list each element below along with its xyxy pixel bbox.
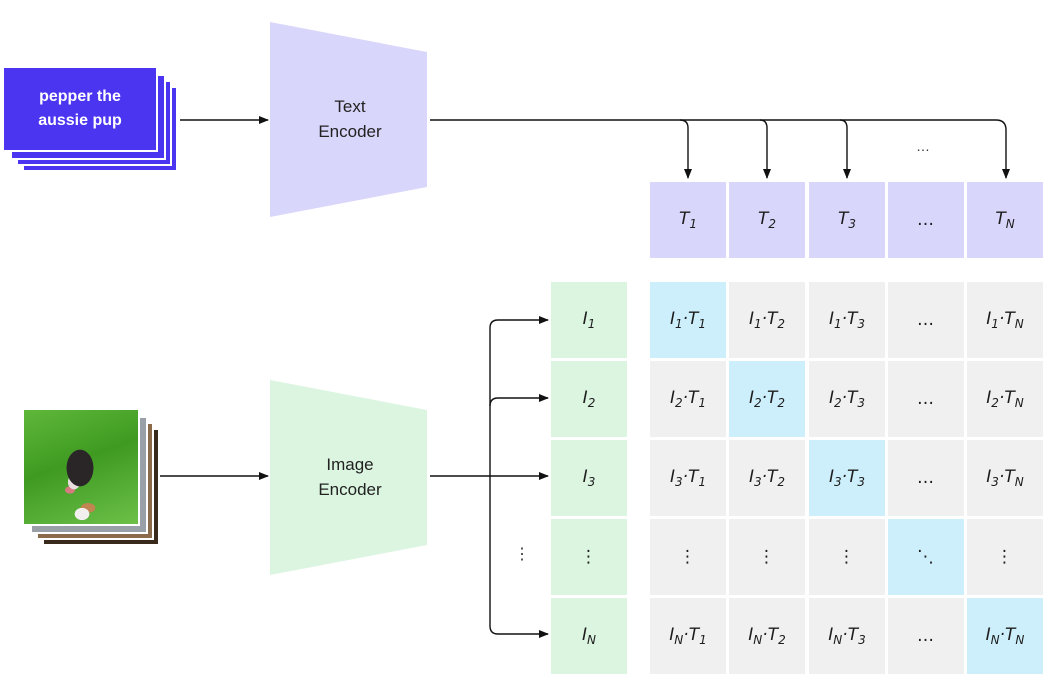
- image-encoder-label: Image Encoder: [290, 452, 410, 502]
- matrix-cell: IN·T1: [650, 598, 726, 674]
- matrix-cell: I1·T2: [729, 282, 805, 358]
- matrix-cell: IN·T3: [809, 598, 885, 674]
- text-embedding-cell: TN: [967, 182, 1043, 258]
- image-embedding-cell: ⋮: [551, 519, 627, 595]
- image-encoder-line-2: Encoder: [318, 480, 382, 499]
- matrix-cell-diagonal: ⋱: [888, 519, 964, 595]
- matrix-cell-diagonal: I3·T3: [809, 440, 885, 516]
- matrix-cell: I2·T1: [650, 361, 726, 437]
- matrix-cell: I2·T3: [809, 361, 885, 437]
- text-arrows-ellipsis: …: [916, 138, 930, 154]
- matrix-cell: I3·T1: [650, 440, 726, 516]
- matrix-cell: ⋮: [967, 519, 1043, 595]
- matrix-cell: …: [888, 282, 964, 358]
- text-encoder-line-1: Text: [334, 97, 366, 116]
- image-embedding-cell: I2: [551, 361, 627, 437]
- text-embedding-cell: T3: [809, 182, 885, 258]
- image-arrows-ellipsis: ⋮: [514, 546, 530, 563]
- text-embedding-cell: T2: [729, 182, 805, 258]
- matrix-cell: I2·TN: [967, 361, 1043, 437]
- image-encoder-line-1: Image: [326, 455, 374, 474]
- matrix-cell: I3·T2: [729, 440, 805, 516]
- matrix-cell: …: [888, 361, 964, 437]
- matrix-cell: …: [888, 440, 964, 516]
- matrix-cell: ⋮: [729, 519, 805, 595]
- matrix-cell-diagonal: I1·T1: [650, 282, 726, 358]
- image-embedding-cell: IN: [551, 598, 627, 674]
- text-embedding-cell: T1: [650, 182, 726, 258]
- matrix-cell: …: [888, 598, 964, 674]
- matrix-cell: I3·TN: [967, 440, 1043, 516]
- matrix-cell: I1·TN: [967, 282, 1043, 358]
- text-encoder-label: Text Encoder: [290, 94, 410, 144]
- text-embedding-cell: …: [888, 182, 964, 258]
- text-encoder-line-2: Encoder: [318, 122, 382, 141]
- image-embedding-cell: I1: [551, 282, 627, 358]
- matrix-cell: I1·T3: [809, 282, 885, 358]
- matrix-cell-diagonal: I2·T2: [729, 361, 805, 437]
- matrix-cell: ⋮: [809, 519, 885, 595]
- matrix-cell: ⋮: [650, 519, 726, 595]
- matrix-cell: IN·T2: [729, 598, 805, 674]
- image-embedding-arrows: [430, 316, 549, 638]
- image-embedding-cell: I3: [551, 440, 627, 516]
- matrix-cell-diagonal: IN·TN: [967, 598, 1043, 674]
